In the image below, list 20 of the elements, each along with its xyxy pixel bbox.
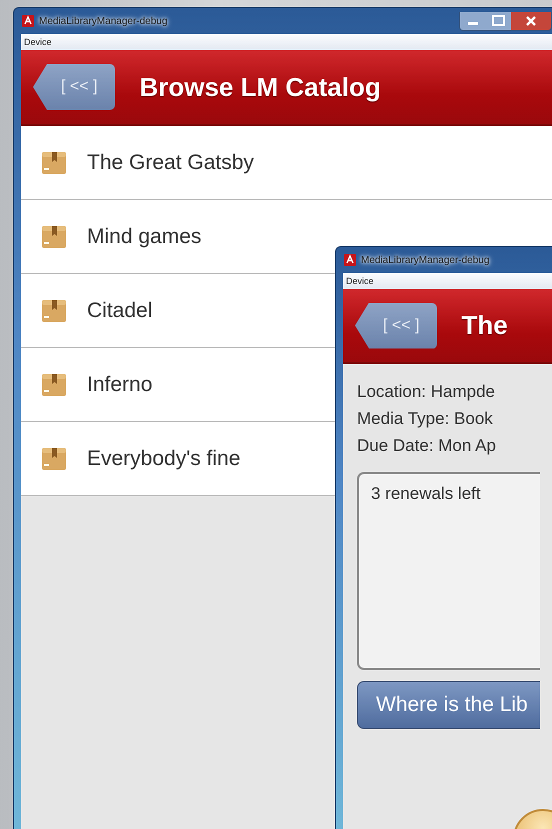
minimize-icon[interactable] [460, 12, 486, 30]
book-box-icon [41, 298, 67, 324]
maximize-icon[interactable] [486, 12, 511, 30]
header-title: The [461, 310, 508, 341]
window-title: MediaLibraryManager-debug [39, 16, 168, 26]
book-box-icon [41, 224, 67, 250]
window-title: MediaLibraryManager-debug [361, 254, 490, 266]
detail-text: Due Date: Mon Ap [357, 435, 497, 457]
menu-item[interactable]: Device [24, 37, 52, 47]
close-icon[interactable] [511, 12, 551, 30]
menu-item[interactable]: Device [346, 276, 374, 286]
book-box-icon [41, 150, 67, 176]
detail-text: Location: Hampde [357, 381, 496, 403]
notes-field[interactable]: 3 renewals left [357, 472, 540, 670]
header-title: Browse LM Catalog [139, 72, 381, 102]
app-icon [22, 15, 34, 27]
location-button[interactable]: Where is the Lib [357, 681, 540, 729]
book-box-icon [41, 446, 67, 472]
book-box-icon [41, 372, 67, 398]
app-icon [344, 254, 356, 266]
